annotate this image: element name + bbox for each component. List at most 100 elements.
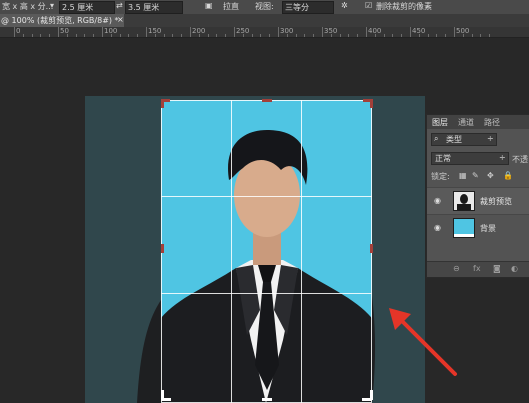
ruler-tick [260, 34, 262, 37]
delete-cropped-checkbox[interactable]: ☑ [365, 1, 372, 10]
ruler-tick [436, 34, 438, 37]
layers-panel: 图层 通道 路径 ⌕ 类型 ÷ 正常 ÷ 不透 锁定: ▦ ✎ ✥ 🔒 ◉ 裁剪… [426, 114, 529, 278]
ratio-preset[interactable]: 宽 x 高 x 分... [2, 1, 53, 12]
crop-corner-handle[interactable] [362, 398, 372, 401]
options-bar: 宽 x 高 x 分... ▾ 2.5 厘米 ⇄ 3.5 厘米 ▣ 拉直 视图: … [0, 0, 529, 15]
eye-icon[interactable]: ◉ [434, 196, 441, 205]
document-tab-title: @ 100% (裁剪预览, RGB/8#) * [1, 16, 119, 25]
ruler-tick [401, 34, 403, 37]
ruler-tick [392, 34, 394, 37]
ruler-tick [31, 34, 33, 37]
layer-row[interactable]: ◉ 背景 [427, 214, 529, 241]
ruler-tick [374, 34, 376, 37]
ruler-tick [225, 34, 227, 37]
layer-row[interactable]: ◉ 裁剪预览 [427, 187, 529, 214]
layer-filter-select[interactable]: ⌕ 类型 ÷ [431, 133, 497, 146]
ruler-tick [216, 34, 218, 37]
ruler-tick [198, 34, 200, 37]
ruler-tick [102, 27, 103, 37]
ruler-tick [234, 27, 235, 37]
annotation-arrow-icon [389, 308, 457, 376]
crop-preview-photo[interactable] [161, 100, 372, 403]
panel-footer: ⊖ fx ◙ ◐ [427, 261, 529, 277]
ruler-tick [172, 34, 174, 37]
portrait-thumb-icon [457, 194, 471, 210]
crop-corner-handle[interactable] [161, 398, 171, 401]
swap-icon[interactable]: ⇄ [116, 1, 123, 10]
crop-edge-handle[interactable] [262, 398, 272, 401]
tab-layers[interactable]: 图层 [432, 117, 448, 128]
crop-corner-handle[interactable] [161, 99, 164, 108]
ruler-tick [418, 34, 420, 37]
view-select[interactable]: 三等分 [282, 1, 334, 14]
lock-paint-icon[interactable]: ✎ [472, 171, 479, 180]
crop-edge-handle[interactable] [161, 244, 164, 253]
crop-corner-handle[interactable] [370, 99, 373, 108]
straighten-label[interactable]: 拉直 [223, 1, 239, 12]
ruler-tick [410, 27, 411, 37]
ruler-tick [489, 34, 491, 37]
ruler-tick [304, 34, 306, 37]
tab-channels[interactable]: 通道 [458, 117, 474, 128]
layer-name[interactable]: 背景 [480, 223, 496, 234]
ruler-tick [181, 34, 183, 37]
horizontal-ruler: 0 50 100 150 200 250 300 350 400 450 500 [0, 27, 529, 38]
ruler-tick [251, 34, 253, 37]
crop-edge-handle[interactable] [370, 244, 373, 253]
ruler-tick [146, 27, 147, 37]
lock-all-icon[interactable]: 🔒 [503, 171, 513, 180]
layer-thumbnail [453, 218, 475, 238]
chevron-down-icon[interactable]: ▾ [50, 1, 54, 10]
chevron-down-icon: ÷ [499, 153, 506, 162]
lock-move-icon[interactable]: ✥ [487, 171, 494, 180]
close-icon[interactable]: × [117, 15, 124, 24]
lock-pixels-icon[interactable]: ▦ [459, 171, 467, 180]
ruler-tick [278, 27, 279, 37]
ruler-tick [462, 34, 464, 37]
filter-value: 类型 [446, 135, 462, 144]
ruler-tick [445, 34, 447, 37]
opacity-label: 不透 [512, 155, 528, 164]
width-field[interactable]: 2.5 厘米 [59, 1, 115, 14]
fx-icon[interactable]: fx [473, 264, 481, 273]
layer-thumbnail [453, 191, 475, 211]
ruler-tick [427, 34, 429, 37]
width-value: 2.5 厘米 [62, 3, 94, 12]
ruler-tick [207, 34, 209, 37]
ruler-tick [75, 34, 77, 37]
eye-icon[interactable]: ◉ [434, 223, 441, 232]
delete-cropped-label[interactable]: 删除裁剪的像素 [376, 1, 432, 12]
link-icon[interactable]: ⊖ [453, 264, 460, 273]
ruler-tick [128, 34, 130, 37]
thumb-bar [454, 234, 474, 237]
ruler-tick [295, 34, 297, 37]
height-field[interactable]: 3.5 厘米 [125, 1, 183, 14]
ruler-tick [40, 34, 42, 37]
ruler-tick [14, 27, 15, 37]
adjustment-icon[interactable]: ◐ [511, 264, 518, 273]
lock-label: 锁定: [431, 172, 450, 181]
blend-mode-select[interactable]: 正常 ÷ [431, 152, 509, 165]
straighten-icon[interactable]: ▣ [205, 1, 213, 10]
ruler-tick [119, 34, 121, 37]
ruler-tick [66, 34, 68, 37]
ruler-tick [242, 34, 244, 37]
search-icon: ⌕ [434, 134, 439, 143]
layer-name[interactable]: 裁剪预览 [480, 196, 512, 207]
ruler-tick [348, 34, 350, 37]
ruler-tick [58, 27, 59, 37]
tab-paths[interactable]: 路径 [484, 117, 500, 128]
ruler-tick [154, 34, 156, 37]
mask-icon[interactable]: ◙ [493, 264, 501, 273]
document-tab[interactable]: @ 100% (裁剪预览, RGB/8#) * × [0, 14, 124, 27]
ruler-tick [269, 34, 271, 37]
ruler-tick [163, 34, 165, 37]
crop-edge-handle[interactable] [262, 99, 272, 102]
ruler-tick [471, 34, 473, 37]
gear-icon[interactable]: ✲ [341, 1, 348, 10]
ruler-tick [49, 34, 51, 37]
ruler-tick [330, 34, 332, 37]
ruler-tick [357, 34, 359, 37]
view-label: 视图: [255, 2, 274, 11]
crop-frame[interactable] [161, 100, 372, 403]
